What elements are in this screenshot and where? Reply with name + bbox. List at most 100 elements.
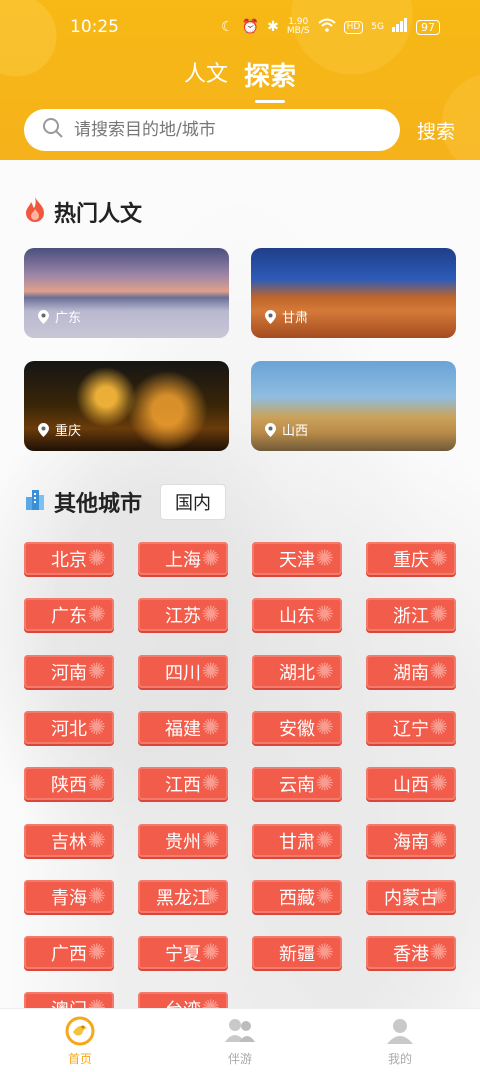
city-tag-label: 新疆 [279,943,315,965]
city-tag[interactable]: 辽宁 [366,711,456,744]
city-tag[interactable]: 青海 [24,880,114,913]
nav-profile[interactable]: 我的 [350,1014,450,1067]
network-speed: 1.90 MB/S [287,18,310,36]
city-tag-label: 福建 [165,718,201,740]
flame-icon [24,196,46,228]
card-location: 广东 [55,311,82,326]
profile-icon [387,1019,413,1044]
search-button[interactable]: 搜索 [417,117,455,144]
city-tag[interactable]: 香港 [366,936,456,969]
card-location: 山西 [282,424,309,439]
city-tag[interactable]: 山西 [366,767,456,800]
city-tag-label: 宁夏 [165,943,201,965]
card-location: 甘肃 [282,311,309,326]
moon-icon: ☾ [221,19,234,35]
city-tag-label: 湖北 [279,662,315,684]
search-icon [42,117,64,143]
city-tag[interactable]: 福建 [138,711,228,744]
city-tag-label: 河南 [51,662,87,684]
city-tag[interactable]: 重庆 [366,542,456,575]
city-tag-label: 广东 [51,605,87,627]
hot-card-gansu[interactable]: 甘肃 [251,248,456,338]
card-label: 甘肃 [265,307,308,326]
tab-explore[interactable]: 探索 [244,56,296,103]
header: 10:25 ☾ ⏰ ✱ 1.90 MB/S HD 5G 97 人文 探索 请搜索… [0,0,480,160]
signal-icon [392,18,408,36]
city-tag[interactable]: 西藏 [252,880,342,913]
city-tag[interactable]: 安徽 [252,711,342,744]
city-tag[interactable]: 上海 [138,542,228,575]
location-pin-icon [265,309,276,324]
city-tag[interactable]: 甘肃 [252,824,342,857]
city-tag-label: 重庆 [393,549,429,571]
city-icon [24,487,46,517]
other-section-title: 其他城市 [54,492,143,517]
city-tag[interactable]: 天津 [252,542,342,575]
city-tag[interactable]: 广西 [24,936,114,969]
city-tag[interactable]: 河南 [24,655,114,688]
city-tag-label: 陕西 [51,774,87,796]
city-tag-label: 云南 [279,774,315,796]
city-tag[interactable]: 内蒙古 [366,880,456,913]
city-tag-label: 安徽 [279,718,315,740]
nav-profile-label: 我的 [387,1052,412,1066]
city-tag[interactable]: 江苏 [138,598,228,631]
city-tag-label: 贵州 [165,831,201,853]
city-tag[interactable]: 贵州 [138,824,228,857]
city-tag[interactable]: 台湾 [138,992,228,1008]
hot-card-chongqing[interactable]: 重庆 [24,361,229,451]
domestic-filter-button[interactable]: 国内 [160,484,226,520]
nav-home[interactable]: 首页 [30,1014,130,1067]
city-tag[interactable]: 山东 [252,598,342,631]
city-tag[interactable]: 北京 [24,542,114,575]
location-pin-icon [265,422,276,437]
city-tag-label: 香港 [393,943,429,965]
city-tag-label: 四川 [165,662,201,684]
search-input[interactable] [74,120,364,140]
city-tag[interactable]: 广东 [24,598,114,631]
hot-section-header: 热门人文 [24,196,142,228]
city-tag-label: 浙江 [393,605,429,627]
status-bar: 10:25 ☾ ⏰ ✱ 1.90 MB/S HD 5G 97 [0,0,480,54]
other-section-header: 其他城市 [24,486,142,518]
location-pin-icon [38,309,49,324]
top-tabs: 人文 探索 [0,56,480,103]
hot-section-title: 热门人文 [54,202,143,227]
hot-card-shanxi[interactable]: 山西 [251,361,456,451]
card-label: 山西 [265,420,308,439]
city-tag[interactable]: 浙江 [366,598,456,631]
city-tag-label: 河北 [51,718,87,740]
city-tag[interactable]: 吉林 [24,824,114,857]
city-tag[interactable]: 四川 [138,655,228,688]
hot-card-guangdong[interactable]: 广东 [24,248,229,338]
main-content[interactable]: 热门人文 广东 甘肃 重庆 山西 其他城市 国内 北京 ✺ 上海 ✺ 天津 ✺ … [0,160,480,1008]
city-tag[interactable]: 江西 [138,767,228,800]
tab-culture[interactable]: 人文 [184,56,228,103]
nav-companion[interactable]: 伴游 [190,1014,290,1067]
city-tag-label: 内蒙古 [384,887,438,909]
city-tag[interactable]: 海南 [366,824,456,857]
city-tag[interactable]: 河北 [24,711,114,744]
city-tag-label: 广西 [51,943,87,965]
city-tag-label: 甘肃 [279,831,315,853]
wifi-icon [317,18,336,36]
status-time: 10:25 [70,17,119,37]
card-label: 重庆 [38,420,81,439]
city-tag-label: 青海 [51,887,87,909]
search-box[interactable] [24,109,400,151]
city-tag[interactable]: 湖北 [252,655,342,688]
city-tag[interactable]: 宁夏 [138,936,228,969]
card-label: 广东 [38,307,81,326]
search-row: 搜索 [24,109,460,151]
city-tag[interactable]: 黑龙江 [138,880,228,913]
city-tag-label: 辽宁 [393,718,429,740]
alarm-icon: ⏰ [241,19,260,35]
city-tag-label: 台湾 [165,996,201,1009]
bluetooth-icon: ✱ [267,19,279,35]
city-tag[interactable]: 湖南 [366,655,456,688]
city-tag[interactable]: 新疆 [252,936,342,969]
hd-badge: HD [343,20,364,34]
city-tag[interactable]: 澳门 [24,992,114,1008]
city-tag[interactable]: 云南 [252,767,342,800]
city-tag[interactable]: 陕西 [24,767,114,800]
